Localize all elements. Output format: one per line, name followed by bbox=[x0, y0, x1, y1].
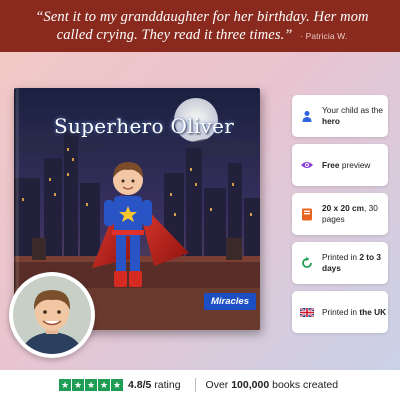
testimonial-author: · Patricia W. bbox=[300, 31, 348, 41]
feature-size-text: 20 x 20 cm, 30 pages bbox=[322, 203, 378, 224]
refresh-icon bbox=[300, 256, 314, 270]
star-icon: ★ bbox=[98, 379, 110, 391]
feature-size: 20 x 20 cm, 30 pages bbox=[292, 193, 388, 235]
publisher-badge: Miracles bbox=[203, 293, 256, 310]
feature-origin: Printed in the UK bbox=[292, 291, 388, 333]
feature-printing-time: Printed in 2 to 3 days bbox=[292, 242, 388, 284]
testimonial-banner: “Sent it to my granddaughter for her bir… bbox=[0, 0, 400, 52]
feature-preview-text: Free preview bbox=[322, 159, 371, 170]
star-icon: ★ bbox=[59, 379, 71, 391]
person-icon bbox=[300, 109, 314, 123]
star-icon: ★ bbox=[72, 379, 84, 391]
uk-flag-icon bbox=[300, 305, 314, 319]
star-rating: ★ ★ ★ ★ ★ bbox=[59, 379, 124, 391]
feature-printing-time-text: Printed in 2 to 3 days bbox=[322, 252, 382, 273]
star-icon: ★ bbox=[85, 379, 97, 391]
rating-label: rating bbox=[151, 379, 181, 391]
child-photo bbox=[9, 272, 95, 358]
child-portrait bbox=[13, 276, 91, 354]
star-icon: ★ bbox=[111, 379, 123, 391]
eye-icon bbox=[300, 158, 314, 172]
trust-footer: ★ ★ ★ ★ ★ 4.8/5 rating Over 100,000 book… bbox=[0, 370, 400, 400]
rating-text: 4.8/5 rating bbox=[128, 379, 181, 391]
feature-hero-text: Your child as the hero bbox=[322, 105, 384, 126]
footer-divider bbox=[194, 378, 196, 392]
feature-hero: Your child as the hero bbox=[292, 95, 388, 137]
feature-preview: Free preview bbox=[292, 144, 388, 186]
rating-value: 4.8/5 bbox=[128, 379, 152, 391]
book-icon bbox=[300, 207, 314, 221]
book-title: Superhero Oliver bbox=[54, 114, 235, 138]
testimonial-text: “Sent it to my granddaughter for her bir… bbox=[22, 8, 382, 45]
feature-origin-text: Printed in the UK bbox=[322, 306, 387, 317]
customers-text: Over 100,000 books created bbox=[205, 379, 339, 391]
feature-list: Your child as the hero Free preview 20 x… bbox=[292, 95, 388, 340]
